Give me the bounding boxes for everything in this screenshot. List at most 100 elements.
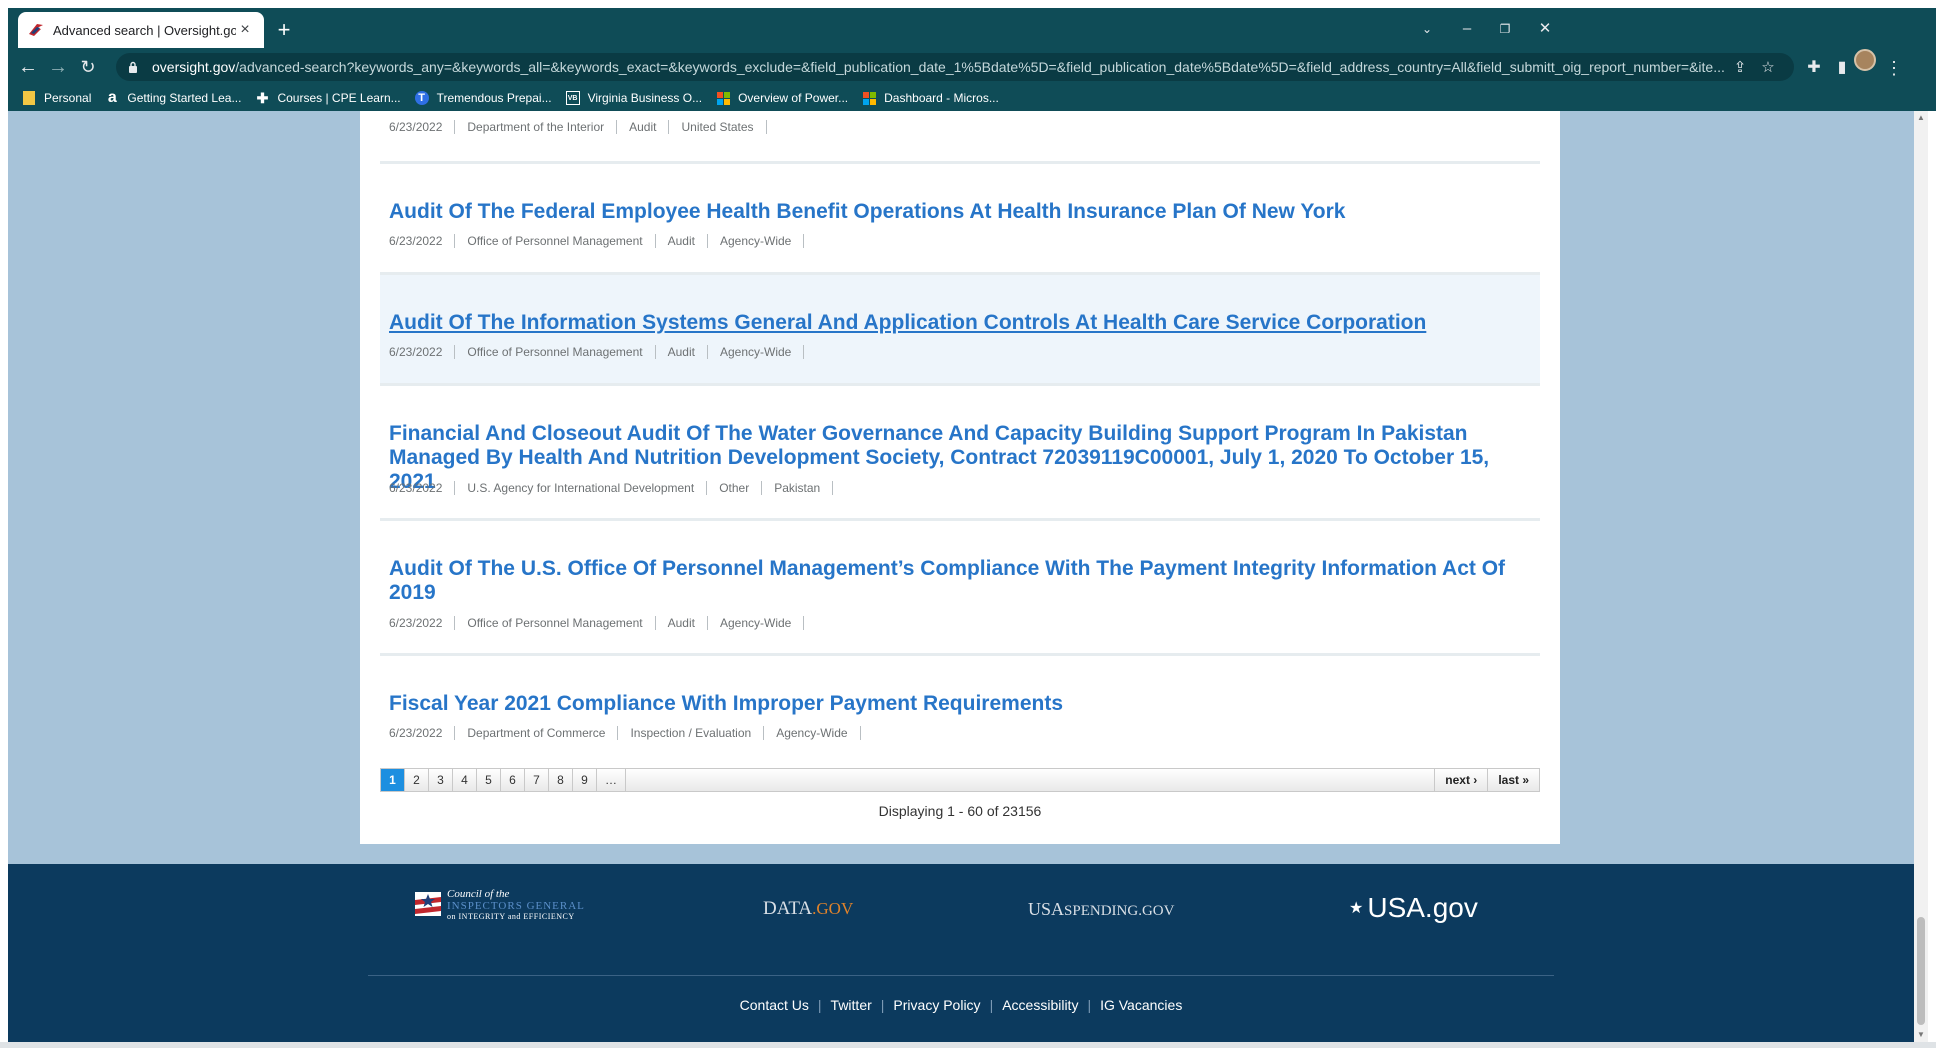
- usa-gov-logo[interactable]: ★ USA.gov: [1349, 892, 1478, 924]
- tab-close-icon[interactable]: ×: [236, 21, 254, 39]
- footer-link-ig-vacancies[interactable]: IG Vacancies: [1091, 997, 1191, 1013]
- share-icon[interactable]: ⇪: [1726, 58, 1754, 76]
- back-icon[interactable]: ←: [14, 54, 42, 82]
- forward-icon[interactable]: →: [44, 54, 72, 82]
- page-4-link[interactable]: 4: [453, 769, 477, 791]
- result-date: 6/23/2022: [389, 616, 456, 630]
- result-title-link[interactable]: Fiscal Year 2021 Compliance With Imprope…: [389, 692, 1063, 716]
- result-item: Audit Of The Information Systems General…: [380, 275, 1540, 386]
- bookmark-overview-power[interactable]: Overview of Power...: [716, 91, 848, 105]
- result-location: Agency-Wide: [708, 616, 805, 630]
- folder-icon: [22, 91, 36, 105]
- browser-toolbar: ← → ↻ oversight.gov/advanced-search?keyw…: [8, 50, 1936, 84]
- usaspending-logo[interactable]: USASPENDING.GOV: [1028, 899, 1174, 920]
- bookmark-tremendous[interactable]: T Tremendous Prepai...: [414, 91, 552, 105]
- usa-gov-star-icon: ★: [1349, 900, 1364, 917]
- result-location: Agency-Wide: [764, 726, 861, 740]
- page-viewport: 6/23/2022 Department of the Interior Aud…: [8, 111, 1914, 1042]
- scrollbar-thumb[interactable]: [1917, 917, 1925, 1025]
- result-location: Pakistan: [762, 481, 834, 495]
- last-page-link[interactable]: last »: [1487, 769, 1539, 791]
- plus-icon: ✚: [256, 89, 269, 106]
- footer-links: Contact Us | Twitter | Privacy Policy | …: [8, 997, 1914, 1013]
- results-count: Displaying 1 - 60 of 23156: [878, 803, 1042, 819]
- footer-link-privacy[interactable]: Privacy Policy: [884, 997, 989, 1013]
- page-6-link[interactable]: 6: [501, 769, 525, 791]
- address-bar[interactable]: oversight.gov/advanced-search?keywords_a…: [116, 53, 1794, 81]
- result-type: Audit: [617, 120, 670, 134]
- cigie-logo[interactable]: Council of the INSPECTORS GENERAL on INT…: [413, 888, 613, 924]
- page-scrollbar[interactable]: ▲ ▼: [1914, 111, 1928, 1042]
- window-left-edge: [0, 0, 8, 1048]
- result-type: Audit: [656, 345, 708, 359]
- result-item: Fiscal Year 2021 Compliance With Imprope…: [380, 656, 1540, 761]
- result-item: Audit Of The U.S. Office Of Personnel Ma…: [380, 521, 1540, 656]
- result-date: 6/23/2022: [389, 481, 456, 495]
- result-date: 6/23/2022: [389, 726, 456, 740]
- result-type: Audit: [656, 616, 708, 630]
- footer-divider: [368, 975, 1554, 976]
- result-meta: 6/23/2022 Office of Personnel Management…: [389, 616, 805, 630]
- page-8-link[interactable]: 8: [549, 769, 573, 791]
- data-gov-logo[interactable]: DATA.GOV: [763, 898, 853, 920]
- extensions-icon[interactable]: ✚: [1800, 54, 1828, 82]
- result-location: Agency-Wide: [708, 345, 805, 359]
- cigie-flag-icon: [415, 892, 441, 916]
- site-footer: Council of the INSPECTORS GENERAL on INT…: [8, 864, 1914, 1042]
- side-panel-icon[interactable]: ▮: [1828, 54, 1856, 82]
- bookmark-courses[interactable]: ✚ Courses | CPE Learn...: [255, 89, 401, 106]
- tab-title: Advanced search | Oversight.gov: [53, 22, 236, 38]
- result-agency[interactable]: Department of the Interior: [455, 120, 618, 134]
- page-2-link[interactable]: 2: [405, 769, 429, 791]
- result-agency[interactable]: Office of Personnel Management: [455, 616, 656, 630]
- browser-chrome: Advanced search | Oversight.gov × + ⌄ – …: [8, 8, 1936, 111]
- a-icon: a: [107, 89, 117, 106]
- result-agency[interactable]: U.S. Agency for International Developmen…: [455, 481, 708, 495]
- result-title-link[interactable]: Audit Of The U.S. Office Of Personnel Ma…: [389, 557, 1505, 605]
- result-date: 6/23/2022: [389, 234, 456, 248]
- result-title-link[interactable]: Audit Of The Information Systems General…: [389, 311, 1426, 335]
- page-1-link[interactable]: 1: [381, 769, 405, 791]
- close-window-icon[interactable]: ✕: [1522, 14, 1568, 44]
- bookmark-star-icon[interactable]: ☆: [1754, 58, 1782, 76]
- result-type: Inspection / Evaluation: [618, 726, 765, 740]
- footer-link-accessibility[interactable]: Accessibility: [993, 997, 1087, 1013]
- microsoft-icon: [862, 91, 876, 105]
- result-date: 6/23/2022: [389, 120, 456, 134]
- result-meta: 6/23/2022 Department of the Interior Aud…: [389, 120, 767, 134]
- scroll-down-icon[interactable]: ▼: [1914, 1028, 1928, 1042]
- result-item: Financial And Closeout Audit Of The Wate…: [380, 386, 1540, 521]
- new-tab-button[interactable]: +: [270, 16, 298, 44]
- result-title-link[interactable]: Audit Of The Federal Employee Health Ben…: [389, 200, 1345, 224]
- microsoft-icon: [716, 91, 730, 105]
- footer-link-contact[interactable]: Contact Us: [731, 997, 818, 1013]
- page-7-link[interactable]: 7: [525, 769, 549, 791]
- result-agency[interactable]: Office of Personnel Management: [455, 345, 656, 359]
- result-agency[interactable]: Department of Commerce: [455, 726, 619, 740]
- cigie-line-2: INSPECTORS GENERAL: [447, 900, 585, 912]
- scroll-up-icon[interactable]: ▲: [1914, 111, 1928, 125]
- menu-icon[interactable]: ⋮: [1880, 54, 1908, 82]
- result-meta: 6/23/2022 U.S. Agency for International …: [389, 481, 834, 495]
- oversight-favicon-icon: [28, 22, 44, 38]
- footer-link-twitter[interactable]: Twitter: [822, 997, 881, 1013]
- pager-spacer: [626, 769, 1434, 791]
- reload-icon[interactable]: ↻: [74, 54, 102, 82]
- window-bottom-edge: [0, 1042, 1936, 1048]
- result-meta: 6/23/2022 Office of Personnel Management…: [389, 345, 805, 359]
- bookmark-virginia-business[interactable]: VB Virginia Business O...: [565, 91, 702, 105]
- result-item: Audit Of The Federal Employee Health Ben…: [380, 164, 1540, 275]
- next-page-link[interactable]: next ›: [1434, 769, 1487, 791]
- profile-avatar[interactable]: [1854, 49, 1876, 71]
- result-agency[interactable]: Office of Personnel Management: [455, 234, 656, 248]
- bookmark-personal[interactable]: Personal: [22, 91, 91, 105]
- browser-tab[interactable]: Advanced search | Oversight.gov ×: [18, 12, 264, 48]
- bookmark-getting-started[interactable]: a Getting Started Lea...: [105, 89, 242, 106]
- page-3-link[interactable]: 3: [429, 769, 453, 791]
- page-5-link[interactable]: 5: [477, 769, 501, 791]
- result-item: 6/23/2022 Department of the Interior Aud…: [380, 111, 1540, 164]
- page-9-link[interactable]: 9: [573, 769, 597, 791]
- result-type: Other: [707, 481, 763, 495]
- cigie-line-1: Council of the: [447, 888, 510, 900]
- bookmark-dashboard[interactable]: Dashboard - Micros...: [862, 91, 999, 105]
